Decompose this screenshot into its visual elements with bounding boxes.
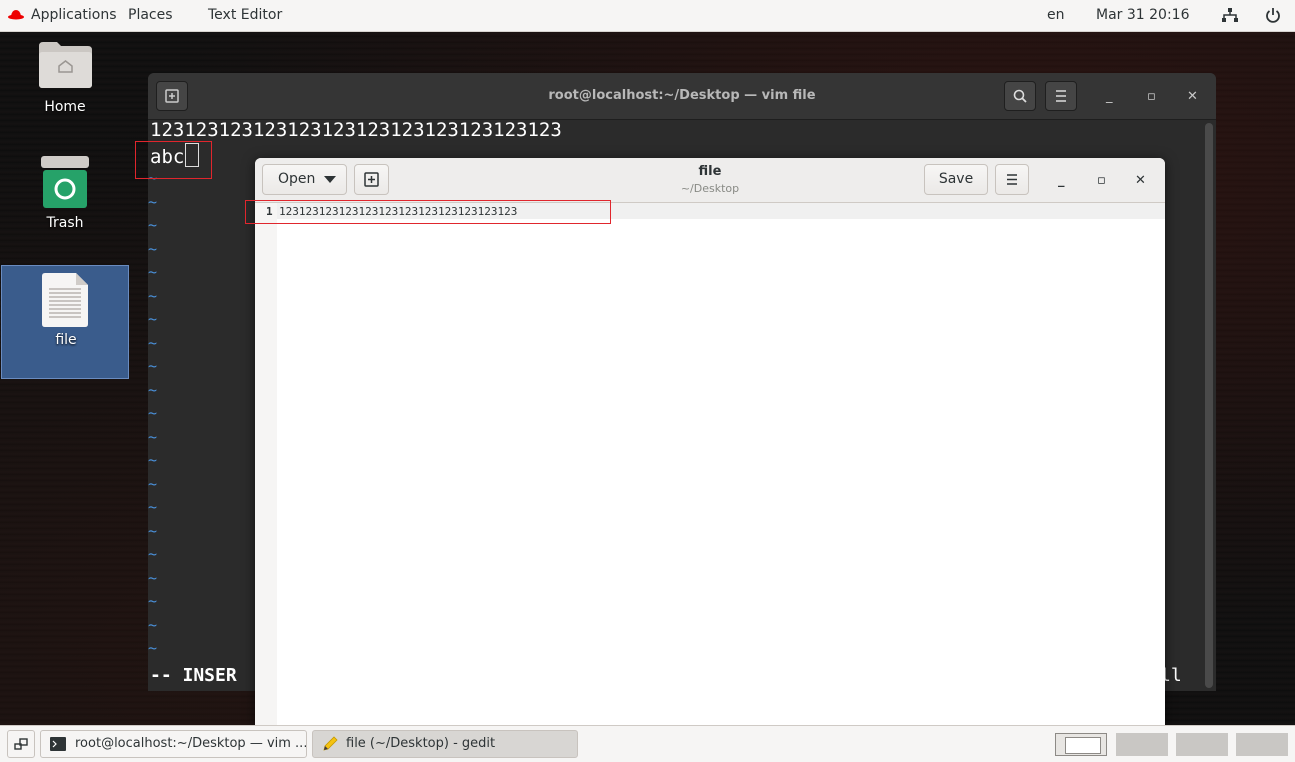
text-editor-icon bbox=[323, 736, 338, 751]
gedit-menu-button[interactable] bbox=[995, 164, 1029, 195]
vim-tilde: ~ bbox=[148, 287, 158, 305]
workspace-4[interactable] bbox=[1236, 733, 1288, 756]
applications-menu[interactable]: Applications bbox=[31, 7, 117, 23]
terminal-titlebar[interactable]: root@localhost:~/Desktop — vim file _ ▫ … bbox=[148, 73, 1216, 120]
workspace-3[interactable] bbox=[1176, 733, 1228, 756]
vim-tilde: ~ bbox=[148, 569, 158, 587]
terminal-menu-button[interactable] bbox=[1045, 81, 1077, 111]
vim-tilde: ~ bbox=[148, 616, 158, 634]
maximize-icon[interactable]: ▫ bbox=[1097, 173, 1106, 188]
minimize-icon[interactable]: _ bbox=[1058, 173, 1065, 188]
vim-tilde: ~ bbox=[148, 545, 158, 563]
vim-tilde: ~ bbox=[148, 334, 158, 352]
language-indicator[interactable]: en bbox=[1047, 7, 1065, 23]
vim-tilde: ~ bbox=[148, 428, 158, 446]
folder-icon bbox=[39, 42, 92, 88]
annotation-box-vim bbox=[135, 141, 212, 179]
vim-tilde: ~ bbox=[148, 240, 158, 258]
desktop-icon-label: Trash bbox=[46, 215, 84, 231]
vim-tilde: ~ bbox=[148, 498, 158, 516]
taskbar-item-label: root@localhost:~/Desktop — vim ... bbox=[75, 736, 307, 751]
close-icon[interactable]: ✕ bbox=[1135, 173, 1146, 188]
close-icon[interactable]: ✕ bbox=[1187, 89, 1198, 104]
save-button-label: Save bbox=[938, 171, 974, 187]
show-desktop-icon bbox=[14, 738, 28, 750]
workspace-window-thumb bbox=[1065, 737, 1101, 754]
network-icon[interactable] bbox=[1222, 8, 1238, 23]
maximize-icon[interactable]: ▫ bbox=[1147, 89, 1156, 104]
vim-tilde: ~ bbox=[148, 451, 158, 469]
search-icon bbox=[1013, 89, 1027, 103]
workspace-1[interactable] bbox=[1055, 733, 1107, 756]
vim-tilde: ~ bbox=[148, 404, 158, 422]
vim-tilde: ~ bbox=[148, 592, 158, 610]
vim-line-1: 123123123123123123123123123123123123 bbox=[150, 119, 562, 141]
gedit-headerbar[interactable]: Open file ~/Desktop Save _ ▫ ✕ bbox=[255, 158, 1165, 203]
hamburger-menu-icon bbox=[1007, 174, 1017, 185]
vim-tilde: ~ bbox=[148, 381, 158, 399]
annotation-box-gedit bbox=[245, 200, 611, 224]
vim-tilde: ~ bbox=[148, 522, 158, 540]
taskbar-item-terminal[interactable]: root@localhost:~/Desktop — vim ... bbox=[40, 730, 307, 758]
desktop-icon-home[interactable]: Home bbox=[1, 36, 129, 146]
vim-tilde: ~ bbox=[148, 357, 158, 375]
taskbar-item-label: file (~/Desktop) - gedit bbox=[346, 736, 496, 751]
top-panel: Applications Places Text Editor en Mar 3… bbox=[0, 0, 1295, 32]
terminal-search-button[interactable] bbox=[1004, 81, 1036, 111]
clock[interactable]: Mar 31 20:16 bbox=[1096, 7, 1189, 23]
line-number-gutter bbox=[255, 203, 277, 728]
vim-tilde: ~ bbox=[148, 310, 158, 328]
taskbar: root@localhost:~/Desktop — vim ... file … bbox=[0, 725, 1295, 762]
desktop-icon-trash[interactable]: Trash bbox=[1, 150, 129, 260]
desktop-icon-label: Home bbox=[44, 99, 86, 115]
show-desktop-button[interactable] bbox=[7, 730, 35, 758]
hamburger-menu-icon bbox=[1056, 90, 1066, 102]
vim-tilde: ~ bbox=[148, 216, 158, 234]
vim-mode-indicator: -- INSER bbox=[150, 665, 237, 686]
desktop-icon-file[interactable]: file bbox=[1, 265, 129, 379]
redhat-logo-icon bbox=[8, 10, 24, 20]
terminal-icon bbox=[50, 737, 66, 751]
active-app-menu[interactable]: Text Editor bbox=[208, 7, 282, 23]
trash-icon bbox=[41, 156, 89, 208]
workspace-2[interactable] bbox=[1116, 733, 1168, 756]
gedit-window[interactable]: Open file ~/Desktop Save _ ▫ ✕ 1 1231231… bbox=[255, 158, 1165, 728]
vim-tilde: ~ bbox=[148, 263, 158, 281]
places-menu[interactable]: Places bbox=[128, 7, 173, 23]
vim-tilde: ~ bbox=[148, 193, 158, 211]
save-button[interactable]: Save bbox=[924, 164, 988, 195]
vim-tilde: ~ bbox=[148, 475, 158, 493]
power-icon[interactable] bbox=[1265, 7, 1281, 23]
text-file-icon bbox=[42, 273, 88, 327]
desktop-icon-label: file bbox=[55, 332, 77, 348]
terminal-scrollbar[interactable] bbox=[1205, 123, 1213, 688]
vim-tilde: ~ bbox=[148, 639, 158, 657]
taskbar-item-gedit[interactable]: file (~/Desktop) - gedit bbox=[312, 730, 578, 758]
minimize-icon[interactable]: _ bbox=[1106, 89, 1113, 104]
